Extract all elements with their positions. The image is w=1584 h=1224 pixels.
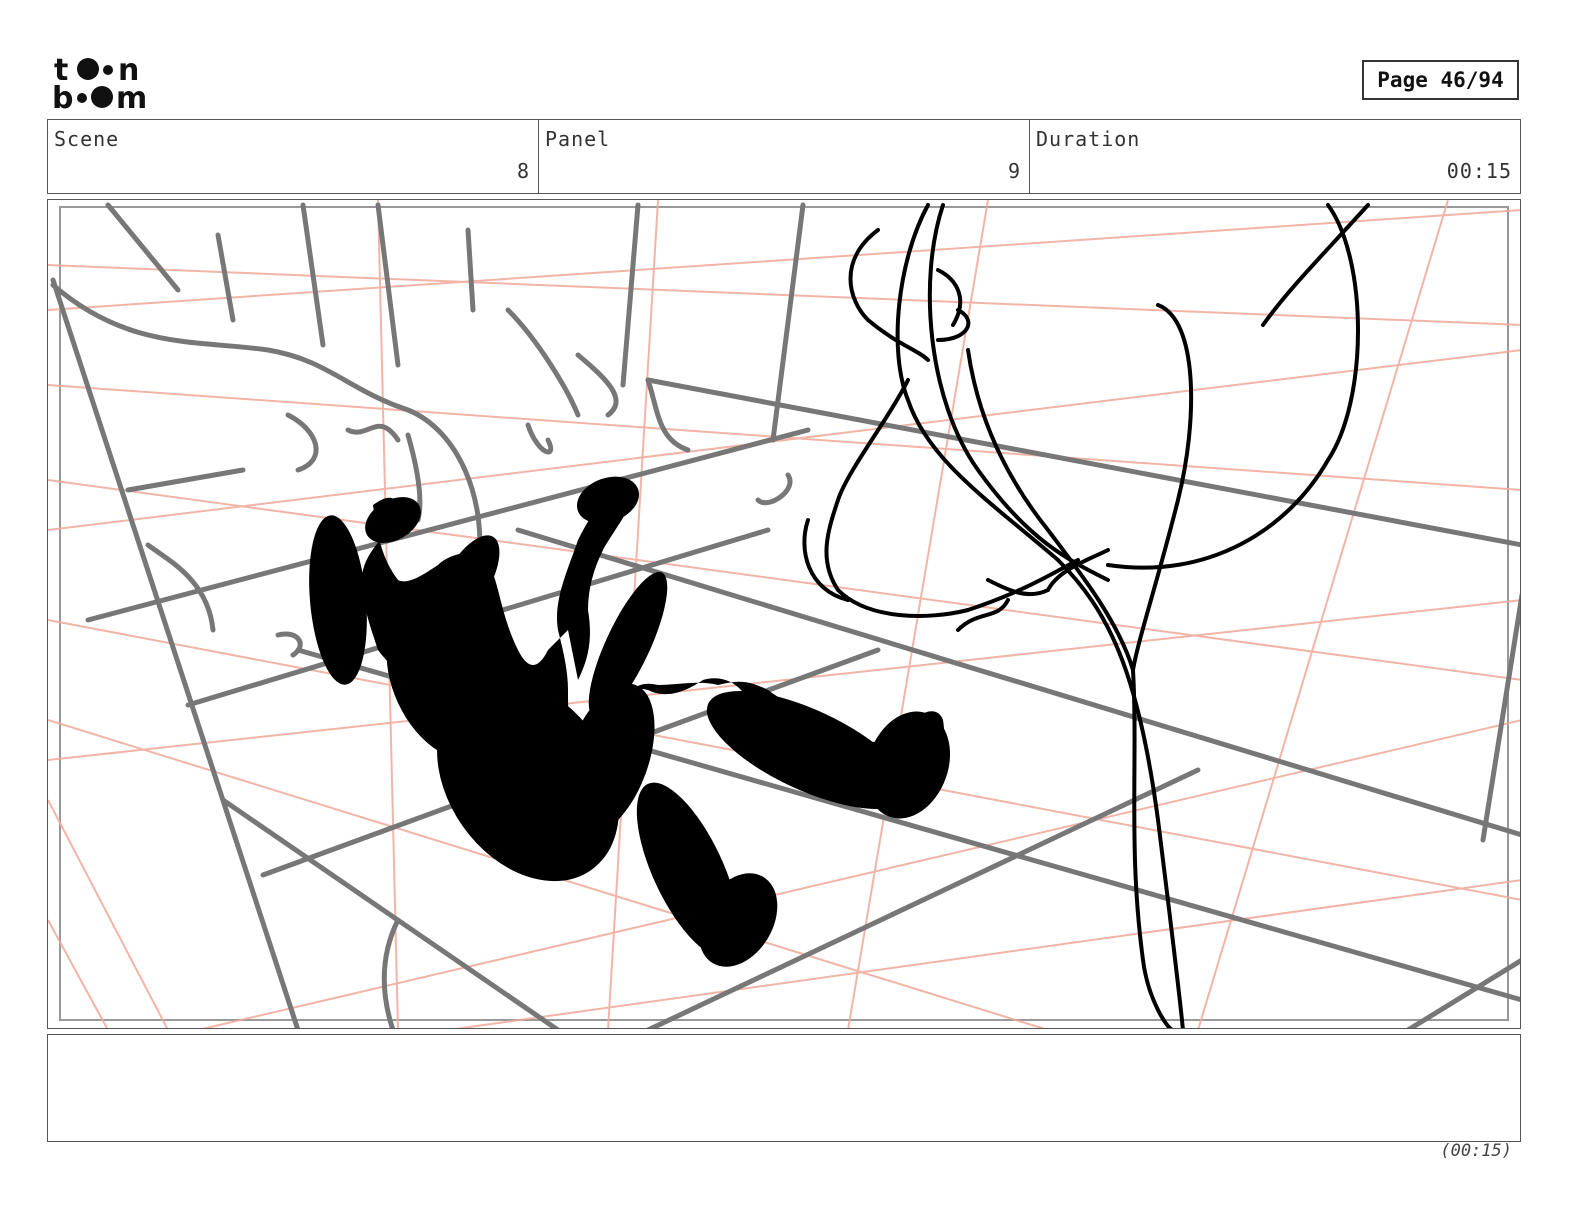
page-indicator: Page 46/94 (1362, 60, 1519, 100)
info-table: Scene 8 Panel 9 Duration 00:15 (47, 119, 1521, 194)
falling-figure-silhouette (309, 476, 951, 967)
svg-text:b: b (52, 81, 73, 112)
notes-area (47, 1034, 1521, 1142)
panel-label: Panel (545, 127, 611, 151)
panel-sketch (48, 200, 1520, 1028)
footer-duration: (00:15) (1440, 1141, 1512, 1161)
duration-cell: Duration 00:15 (1030, 120, 1520, 193)
duration-value: 00:15 (1446, 159, 1512, 183)
background-sketch (50, 202, 1520, 1028)
scene-label: Scene (54, 127, 120, 151)
safe-frame (59, 206, 1509, 1021)
toon-boom-logo: t n b m (52, 53, 147, 112)
svg-text:m: m (116, 81, 147, 112)
scene-value: 8 (516, 159, 530, 183)
panel-cell: Panel 9 (539, 120, 1030, 193)
duration-label: Duration (1036, 127, 1141, 151)
scene-cell: Scene 8 (48, 120, 539, 193)
character-outline (802, 203, 1370, 1028)
perspective-grid (48, 200, 1520, 1028)
storyboard-panel (47, 199, 1521, 1029)
panel-value: 9 (1007, 159, 1021, 183)
